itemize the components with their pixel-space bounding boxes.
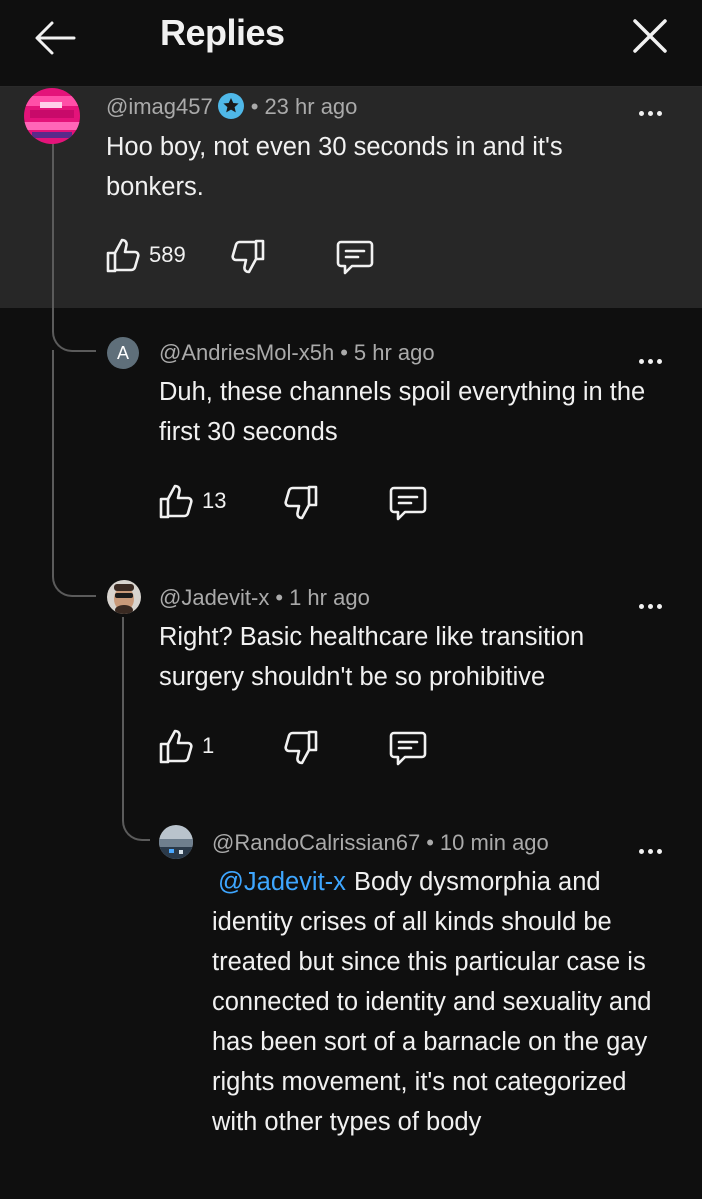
like-count: 13 <box>202 488 227 513</box>
comment-meta: @RandoCalrissian67 • 10 min ago <box>212 830 549 856</box>
back-arrow-icon[interactable] <box>30 14 78 62</box>
comment-time: 1 hr ago <box>289 585 370 610</box>
avatar[interactable] <box>159 825 193 859</box>
thumbs-down-icon <box>284 485 318 520</box>
comment-handle[interactable]: @AndriesMol-x5h <box>159 340 334 365</box>
reply-comment-icon <box>389 486 427 521</box>
page-title: Replies <box>160 12 285 53</box>
header-bar: Replies <box>0 0 702 87</box>
comment-meta: @AndriesMol-x5h • 5 hr ago <box>159 340 435 366</box>
close-icon[interactable] <box>628 14 672 58</box>
thumbs-down-icon <box>284 730 318 765</box>
thread-line <box>52 142 54 332</box>
comment-text: Right? Basic healthcare like transition … <box>159 623 585 691</box>
meta-separator: • <box>275 585 284 610</box>
meta-separator: • <box>340 340 348 365</box>
dislike-button[interactable] <box>283 484 319 522</box>
like-count: 589 <box>149 242 186 267</box>
avatar[interactable]: A <box>107 337 139 369</box>
thread-connector <box>122 815 150 841</box>
reply-button[interactable] <box>388 729 428 767</box>
thumbs-up-icon <box>159 729 193 764</box>
comment-time: 10 min ago <box>439 830 549 855</box>
comment-time: 5 hr ago <box>353 340 435 365</box>
reply-button[interactable] <box>335 238 375 276</box>
comment-meta: @Jadevit-x • 1 hr ago <box>159 585 370 611</box>
comment-handle[interactable]: @RandoCalrissian67 <box>212 830 420 855</box>
thumbs-down-icon <box>231 239 265 274</box>
thumbs-up-icon <box>106 238 140 273</box>
reply-comment-icon <box>389 731 427 766</box>
reply-button[interactable] <box>388 484 428 522</box>
avatar[interactable] <box>107 580 141 614</box>
dislike-button[interactable] <box>283 729 319 767</box>
like-count: 1 <box>202 733 215 758</box>
like-button[interactable]: 13 <box>158 482 226 520</box>
dislike-button[interactable] <box>230 238 266 276</box>
comment-handle[interactable]: @imag457 <box>106 94 213 119</box>
like-button[interactable]: 1 <box>158 727 214 765</box>
meta-separator: • <box>426 830 434 855</box>
comment-text: Duh, these channels spoil everything in … <box>159 378 646 446</box>
comment-text: @Jadevit-x Body dysmorphia and identity c… <box>212 862 652 1142</box>
more-options-icon[interactable] <box>630 98 670 128</box>
comment-body: Body dysmorphia and identity crises of a… <box>212 868 652 1136</box>
avatar[interactable] <box>24 88 80 144</box>
comment-handle[interactable]: @Jadevit-x <box>159 585 269 610</box>
mention-link[interactable]: @Jadevit-x <box>218 868 346 896</box>
thread-line <box>122 617 124 817</box>
verified-star-icon <box>217 92 245 120</box>
meta-separator: • <box>250 94 259 119</box>
comment-time: 23 hr ago <box>264 94 358 119</box>
comment-meta: @imag457 • 23 hr ago <box>106 92 357 120</box>
comment-text: Hoo boy, not even 30 seconds in and it's… <box>106 133 563 201</box>
thumbs-up-icon <box>159 484 193 519</box>
reply-comment-icon <box>336 240 374 275</box>
thread-connector <box>52 326 96 352</box>
like-button[interactable]: 589 <box>105 236 186 274</box>
thread-connector <box>52 571 96 597</box>
thread-line <box>52 350 54 575</box>
